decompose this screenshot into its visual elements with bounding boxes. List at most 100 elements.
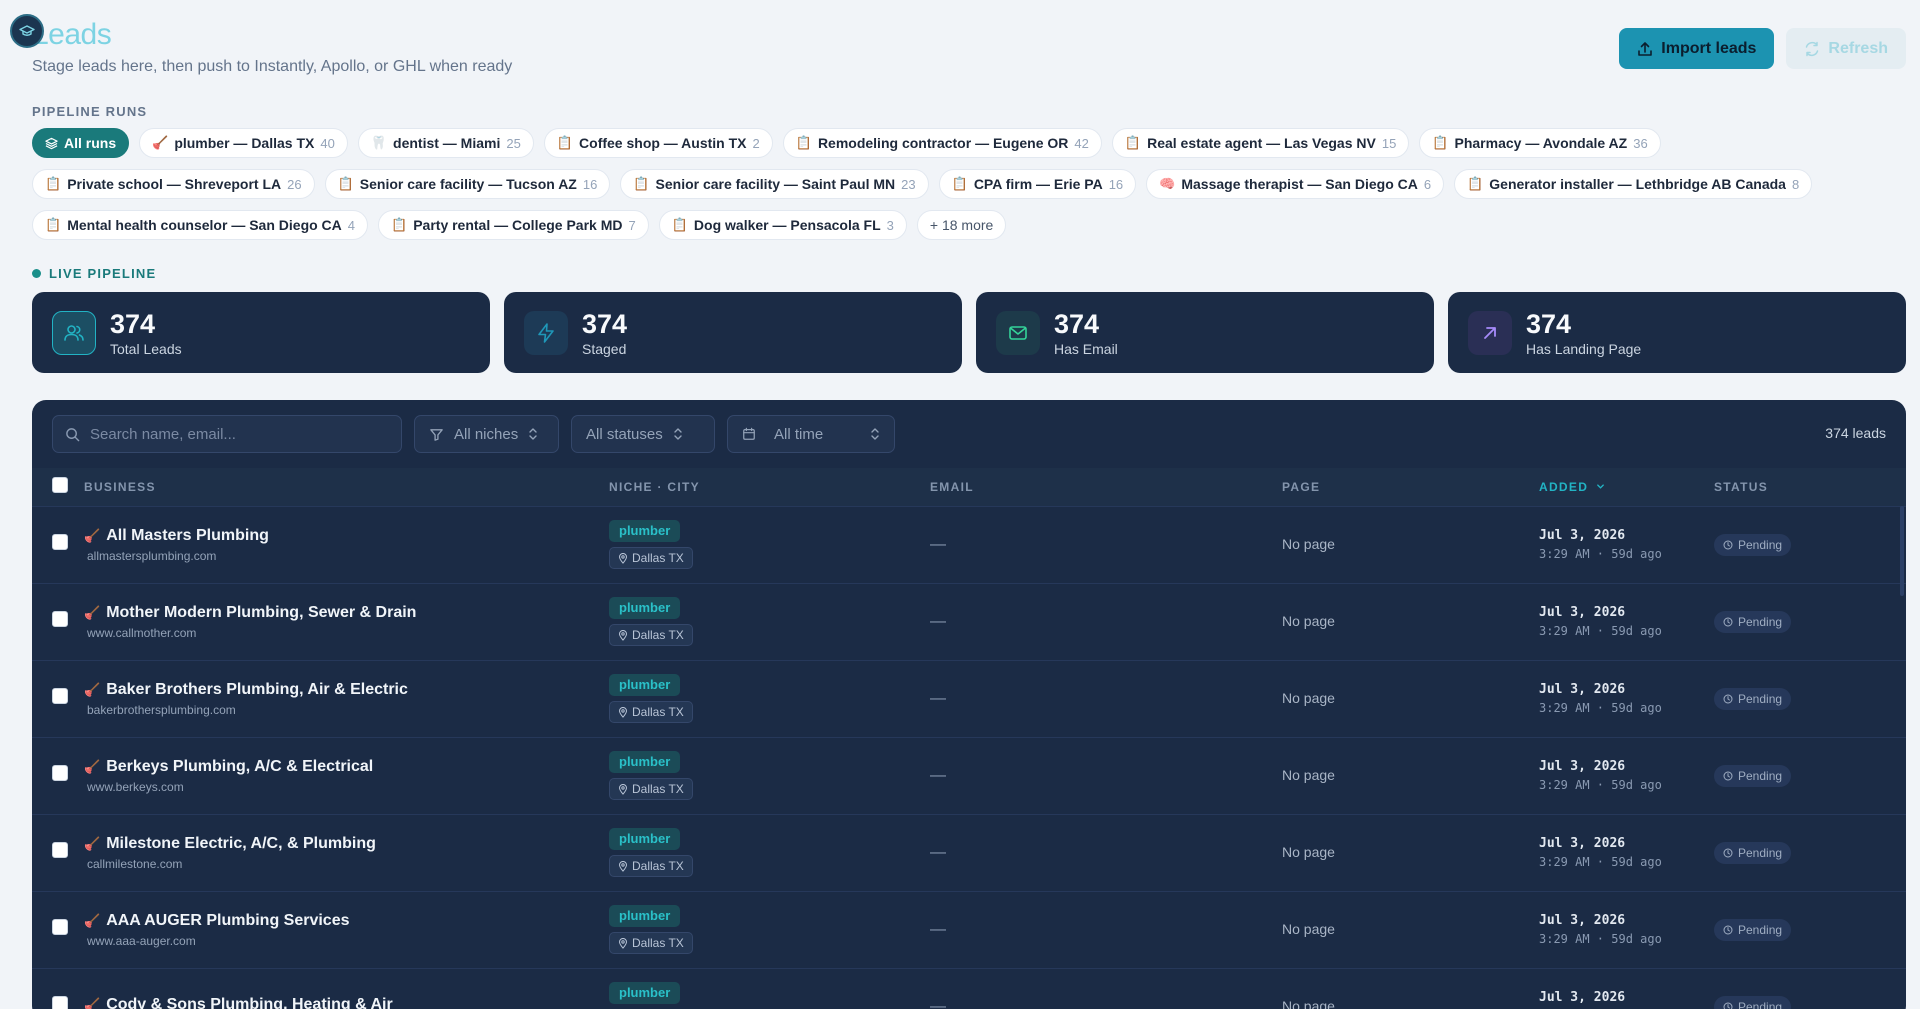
status-label: Pending (1738, 768, 1783, 783)
run-chip-count: 4 (347, 217, 356, 233)
map-pin-icon (619, 783, 627, 795)
row-checkbox[interactable] (52, 996, 68, 1009)
time-filter-select[interactable]: All time (727, 415, 895, 453)
table-row[interactable]: 🪠 Berkeys Plumbing, A/C & Electrical www… (32, 737, 1906, 814)
chevron-up-down-icon (529, 428, 537, 440)
column-header-page[interactable]: PAGE (1282, 468, 1539, 506)
run-chip[interactable]: 📋 CPA firm — Erie PA 16 (938, 169, 1137, 199)
stat-text: 374 Has Landing Page (1526, 309, 1641, 357)
status-badge: Pending (1714, 764, 1792, 787)
business-website[interactable]: callmilestone.com (84, 857, 609, 871)
run-chip-count: 40 (320, 135, 335, 151)
search-input[interactable] (90, 425, 380, 443)
run-chip-all[interactable]: All runs (32, 128, 130, 158)
business-name[interactable]: Baker Brothers Plumbing, Air & Electric (106, 681, 408, 699)
business-name[interactable]: Mother Modern Plumbing, Sewer & Drain (106, 604, 416, 622)
calendar-icon (743, 427, 755, 440)
run-chip[interactable]: 🧠 Massage therapist — San Diego CA 6 (1146, 169, 1445, 199)
business-website[interactable]: bakerbrothersplumbing.com (84, 703, 609, 717)
wrench-icon: 🪠 (84, 912, 101, 928)
run-chip[interactable]: 📋 Senior care facility — Saint Paul MN 23 (620, 169, 929, 199)
more-runs-button[interactable]: + 18 more (916, 210, 1007, 240)
business-name[interactable]: Milestone Electric, A/C, & Plumbing (106, 835, 376, 853)
run-chip[interactable]: 📋 Real estate agent — Las Vegas NV 15 (1111, 128, 1410, 158)
business-name[interactable]: Cody & Sons Plumbing, Heating & Air (106, 996, 393, 1009)
stat-value: 374 (1526, 308, 1572, 339)
clock-icon (1723, 924, 1733, 935)
row-checkbox[interactable] (52, 842, 68, 858)
business-website[interactable]: www.callmother.com (84, 626, 609, 640)
clock-icon (1723, 847, 1733, 858)
niche-city-cell: plumber Dallas TX (609, 814, 930, 891)
column-header-business[interactable]: BUSINESS (84, 468, 609, 506)
email-cell: — (930, 891, 1282, 968)
select-all-checkbox[interactable] (52, 477, 68, 494)
niche-city-cell: plumber Dallas TX (609, 891, 930, 968)
row-checkbox[interactable] (52, 688, 68, 704)
run-chip[interactable]: 🦷 dentist — Miami 25 (357, 128, 534, 158)
run-chip[interactable]: 📋 Mental health counselor — San Diego CA 4 (32, 210, 369, 240)
lead-count: 374 leads (1825, 425, 1886, 441)
business-cell: 🪠 Berkeys Plumbing, A/C & Electrical www… (84, 737, 609, 814)
search-box (52, 415, 402, 453)
run-chip[interactable]: 📋 Pharmacy — Avondale AZ 36 (1419, 128, 1661, 158)
run-chip[interactable]: 📋 Generator installer — Lethbridge AB Can… (1454, 169, 1813, 199)
clipboard-icon: 📋 (951, 176, 968, 191)
city-label: Dallas TX (632, 628, 684, 642)
run-chip-label: Mental health counselor — San Diego CA (67, 217, 342, 233)
column-header-niche-city[interactable]: NICHE · CITY (609, 468, 930, 506)
scrollbar-thumb[interactable] (1900, 506, 1904, 596)
row-checkbox[interactable] (52, 765, 68, 781)
run-chip[interactable]: 📋 Coffee shop — Austin TX 2 (543, 128, 773, 158)
table-row[interactable]: 🪠 All Masters Plumbing allmastersplumbin… (32, 506, 1906, 583)
email-value: — (930, 843, 946, 861)
row-checkbox[interactable] (52, 611, 68, 627)
refresh-button[interactable]: Refresh (1786, 28, 1906, 69)
table-row[interactable]: 🪠 AAA AUGER Plumbing Services www.aaa-au… (32, 891, 1906, 968)
run-chip[interactable]: 📋 Remodeling contractor — Eugene OR 42 (782, 128, 1102, 158)
scrollbar[interactable] (1900, 506, 1906, 606)
page-cell: No page (1282, 891, 1539, 968)
business-website[interactable]: www.berkeys.com (84, 780, 609, 794)
column-header-added[interactable]: ADDED (1539, 468, 1714, 506)
business-name[interactable]: AAA AUGER Plumbing Services (106, 912, 349, 930)
business-website[interactable]: allmastersplumbing.com (84, 549, 609, 563)
run-chip-count: 16 (582, 176, 598, 192)
run-chip[interactable]: 📋 Private school — Shreveport LA 26 (32, 169, 315, 199)
table-row[interactable]: 🪠 Cody & Sons Plumbing, Heating & Air pl… (32, 968, 1906, 1009)
app-logo[interactable] (10, 14, 44, 48)
business-name[interactable]: Berkeys Plumbing, A/C & Electrical (106, 758, 373, 776)
map-pin-icon (619, 629, 627, 641)
niche-city-cell: plumber Dallas TX (609, 506, 930, 583)
niche-filter-select[interactable]: All niches (414, 415, 559, 453)
column-header-status[interactable]: STATUS (1714, 468, 1906, 506)
table-row[interactable]: 🪠 Milestone Electric, A/C, & Plumbing ca… (32, 814, 1906, 891)
email-value: — (930, 920, 946, 938)
clipboard-icon: 📋 (45, 217, 62, 232)
row-select-cell (32, 891, 84, 968)
business-website[interactable]: www.aaa-auger.com (84, 934, 609, 948)
table-row[interactable]: 🪠 Mother Modern Plumbing, Sewer & Drain … (32, 583, 1906, 660)
run-chip-label: Massage therapist — San Diego CA (1181, 176, 1418, 192)
run-chip[interactable]: 🪠 plumber — Dallas TX 40 (139, 128, 348, 158)
run-chip[interactable]: 📋 Party rental — College Park MD 7 (378, 210, 649, 240)
row-checkbox[interactable] (52, 919, 68, 935)
business-name-wrap: 🪠 Berkeys Plumbing, A/C & Electrical (84, 758, 609, 776)
clipboard-icon: 📋 (556, 135, 574, 150)
row-checkbox[interactable] (52, 534, 68, 550)
map-pin-icon (619, 860, 627, 872)
run-chip[interactable]: 📋 Senior care facility — Tucson AZ 16 (324, 169, 611, 199)
wrench-icon: 🪠 (84, 527, 101, 543)
table-row[interactable]: 🪠 Baker Brothers Plumbing, Air & Electri… (32, 660, 1906, 737)
stat-value: 374 (110, 308, 156, 339)
run-chip[interactable]: 📋 Dog walker — Pensacola FL 3 (658, 210, 907, 240)
stat-text: 374 Staged (582, 309, 627, 357)
status-filter-select[interactable]: All statuses (571, 415, 715, 453)
import-leads-button[interactable]: Import leads (1619, 28, 1775, 69)
clipboard-icon: 📋 (671, 217, 688, 232)
clipboard-icon: 📋 (1467, 176, 1484, 191)
business-name[interactable]: All Masters Plumbing (106, 527, 269, 545)
run-chip-count: 42 (1074, 135, 1089, 151)
column-header-email[interactable]: EMAIL (930, 468, 1282, 506)
search-icon (66, 427, 80, 441)
